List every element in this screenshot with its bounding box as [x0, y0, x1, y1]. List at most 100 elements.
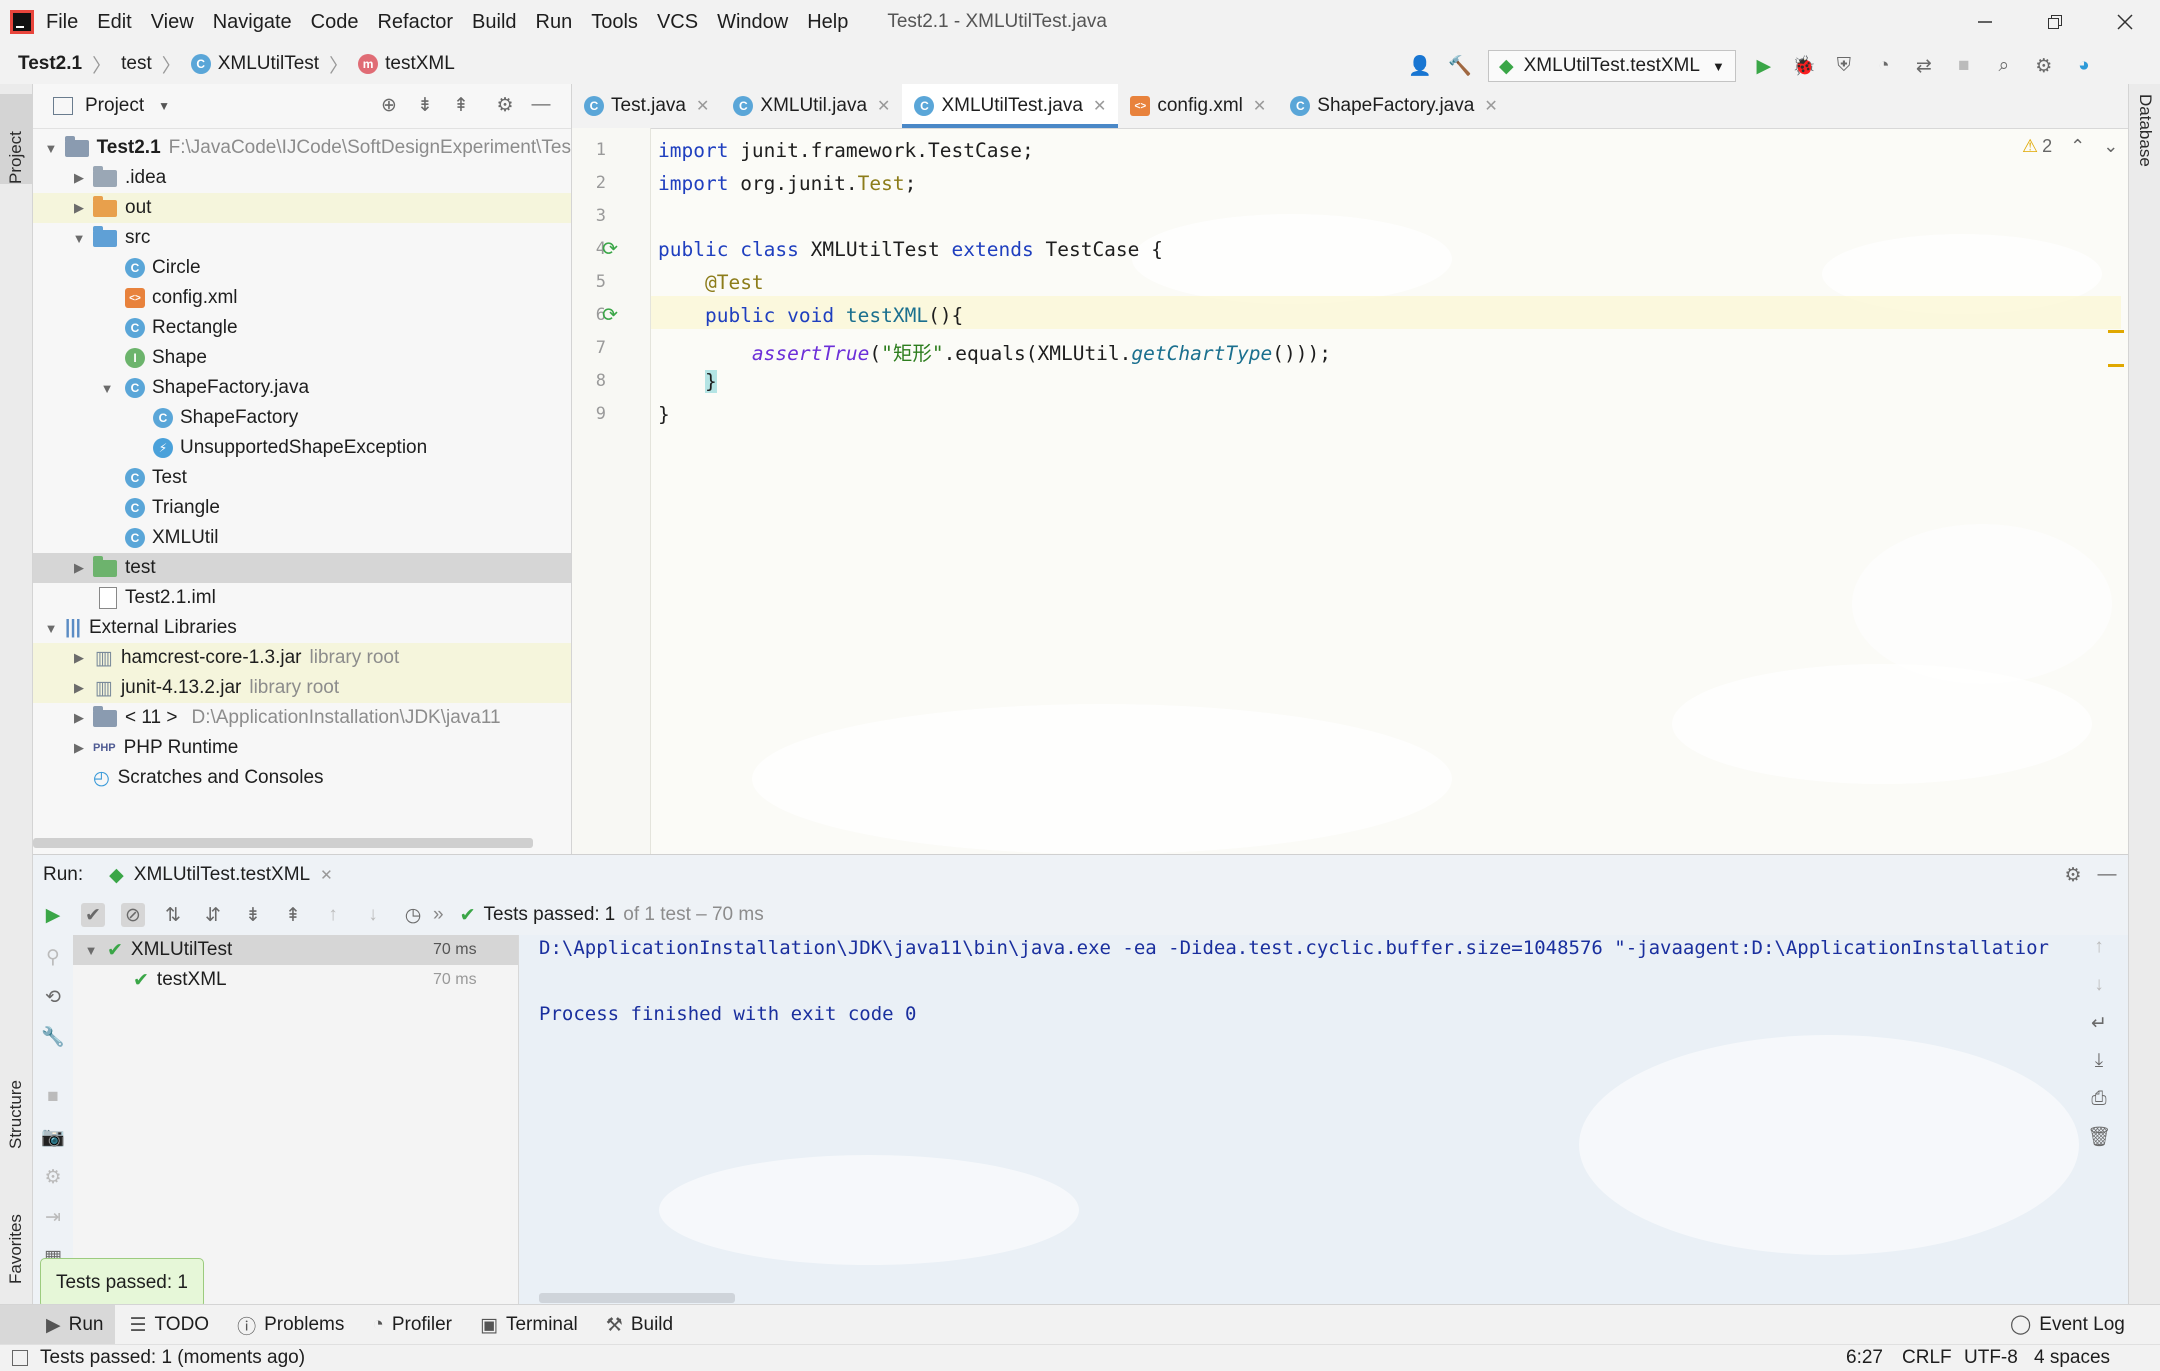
project-view-title[interactable]: Project — [85, 95, 144, 117]
tab-config-xml[interactable]: <> config.xml ✕ — [1118, 84, 1278, 128]
close-icon[interactable]: ✕ — [1253, 96, 1266, 116]
tool-tab-todo[interactable]: ☰ TODO — [115, 1305, 223, 1345]
settings-gear-icon[interactable]: ⚙ — [2032, 54, 2056, 78]
tree-node-junit-jar[interactable]: ▶ ▥ junit-4.13.2.jar library root — [33, 673, 571, 703]
chevron-down-icon[interactable]: ▼ — [158, 99, 170, 113]
indent-setting[interactable]: 4 spaces — [2034, 1347, 2110, 1369]
tab-shapefactory-java[interactable]: C ShapeFactory.java ✕ — [1278, 84, 1509, 128]
test-row[interactable]: ✔ testXML 70 ms — [73, 965, 518, 995]
show-ignored-icon[interactable]: ⊘ — [121, 903, 145, 927]
menu-window[interactable]: Window — [717, 11, 788, 34]
code-line-5[interactable]: @Test — [658, 271, 764, 294]
close-icon[interactable]: ✕ — [1484, 96, 1497, 116]
menu-edit[interactable]: Edit — [97, 11, 131, 34]
soft-wrap-icon[interactable]: ↵ — [2087, 1011, 2111, 1035]
run-test-gutter-icon[interactable]: ⟳ — [602, 304, 618, 327]
tree-node-shapefactory-java[interactable]: ▼ C ShapeFactory.java — [33, 373, 571, 403]
settings-gear-icon[interactable]: ⚙ — [41, 1165, 65, 1189]
build-hammer-icon[interactable]: 🔨 — [1448, 54, 1472, 78]
breadcrumb-project[interactable]: Test2.1 — [18, 53, 82, 75]
breadcrumb-class[interactable]: XMLUtilTest — [218, 53, 319, 75]
chevron-right-icon[interactable]: ▶ — [69, 170, 89, 186]
menu-vcs[interactable]: VCS — [657, 11, 698, 34]
tab-xmlutil-java[interactable]: C XMLUtil.java ✕ — [721, 84, 902, 128]
search-icon[interactable]: ⌕ — [1992, 54, 2016, 78]
chevron-down-icon[interactable]: ⌄ — [2103, 136, 2118, 157]
menu-navigate[interactable]: Navigate — [213, 11, 292, 34]
chevron-down-icon[interactable]: ▼ — [69, 231, 89, 246]
chevron-up-icon[interactable]: ⌃ — [2070, 136, 2085, 157]
console-scrollbar[interactable] — [539, 1293, 735, 1303]
user-icon[interactable]: 👤 — [1408, 54, 1432, 78]
minimize-icon[interactable] — [1960, 8, 2010, 36]
close-icon[interactable]: ✕ — [320, 866, 333, 884]
menu-file[interactable]: File — [46, 11, 78, 34]
arrow-down-icon[interactable]: ↓ — [2087, 973, 2111, 997]
tool-tab-build[interactable]: ⚒ Build — [592, 1305, 687, 1345]
tree-node-unsupportedshapeexception[interactable]: ⚡ UnsupportedShapeException — [33, 433, 571, 463]
close-icon[interactable]: ✕ — [877, 96, 890, 116]
exit-icon[interactable]: ⇥ — [41, 1205, 65, 1229]
tree-node-external-libraries[interactable]: ▼ ||| External Libraries — [33, 613, 571, 643]
menu-help[interactable]: Help — [807, 11, 848, 34]
tree-node-shapefactory[interactable]: C ShapeFactory — [33, 403, 571, 433]
stripe-database-tab[interactable]: Database — [2129, 94, 2160, 214]
pin-icon[interactable]: ⚲ — [41, 945, 65, 969]
test-history-icon[interactable]: ◷ — [401, 903, 425, 927]
tab-test-java[interactable]: C Test.java ✕ — [572, 84, 721, 128]
rerun-icon[interactable]: ▶ — [41, 903, 65, 927]
run-icon[interactable]: ▶ — [1752, 54, 1776, 78]
close-icon[interactable]: ✕ — [696, 96, 709, 116]
code-line-1[interactable]: import junit.framework.TestCase; — [658, 139, 1034, 162]
show-passed-icon[interactable]: ✔ — [81, 903, 105, 927]
tree-node-iml-file[interactable]: Test2.1.iml — [33, 583, 571, 613]
chevron-right-icon[interactable]: ▶ — [69, 200, 89, 216]
tree-node-circle[interactable]: C Circle — [33, 253, 571, 283]
collapse-all-icon[interactable]: ⇞ — [449, 93, 473, 117]
print-icon[interactable]: ⎙ — [2087, 1087, 2111, 1111]
stripe-project-tab[interactable]: Project — [0, 94, 32, 184]
code-line-8[interactable]: } — [658, 370, 717, 393]
chevron-down-icon[interactable]: ▼ — [81, 943, 101, 958]
tests-passed-toast[interactable]: Tests passed: 1 — [40, 1258, 204, 1308]
locate-icon[interactable]: ⊕ — [377, 93, 401, 117]
coverage-icon[interactable]: ⛨ — [1832, 54, 1856, 78]
menu-build[interactable]: Build — [472, 11, 516, 34]
menu-run[interactable]: Run — [536, 11, 573, 34]
horizontal-scrollbar[interactable] — [33, 838, 533, 848]
close-window-icon[interactable] — [2100, 8, 2150, 36]
breadcrumb-method[interactable]: testXML — [385, 53, 455, 75]
arrow-up-icon[interactable]: ↑ — [2087, 935, 2111, 959]
tree-node-shape[interactable]: I Shape — [33, 343, 571, 373]
tool-tab-run[interactable]: ▶ Run — [0, 1305, 116, 1345]
file-encoding[interactable]: UTF-8 — [1964, 1347, 2018, 1369]
stripe-favorites-tab[interactable]: Favorites — [0, 1194, 32, 1284]
run-test-gutter-icon[interactable]: ⟳ — [602, 238, 618, 261]
run-tab-label[interactable]: XMLUtilTest.testXML — [134, 864, 310, 886]
collapse-all-icon[interactable]: ⇞ — [281, 903, 305, 927]
more-icon[interactable]: » — [433, 904, 444, 926]
wrench-icon[interactable]: 🔧 — [41, 1025, 65, 1049]
chevron-right-icon[interactable]: ▶ — [69, 560, 89, 576]
expand-all-icon[interactable]: ⇟ — [241, 903, 265, 927]
code-line-6[interactable]: public void testXML(){ — [658, 304, 963, 327]
chevron-down-icon[interactable]: ▼ — [97, 381, 117, 396]
test-row[interactable]: ▼ ✔ XMLUtilTest 70 ms — [73, 935, 518, 965]
tree-node-config-xml[interactable]: <> config.xml — [33, 283, 571, 313]
previous-failed-icon[interactable]: ↑ — [321, 903, 345, 927]
stop-icon[interactable]: ■ — [1952, 54, 1976, 78]
tree-node-idea[interactable]: ▶ .idea — [33, 163, 571, 193]
code-line-2[interactable]: import org.junit.Test; — [658, 172, 916, 195]
stop-icon[interactable]: ■ — [41, 1085, 65, 1109]
tree-node-php-runtime[interactable]: ▶ PHP PHP Runtime — [33, 733, 571, 763]
caret-position[interactable]: 6:27 — [1846, 1347, 1883, 1369]
gear-icon[interactable]: ⚙ — [493, 93, 517, 117]
restore-icon[interactable] — [2030, 8, 2080, 36]
chevron-down-icon[interactable]: ▼ — [41, 141, 61, 156]
line-separator[interactable]: CRLF — [1902, 1347, 1952, 1369]
code-line-7[interactable]: assertTrue("矩形".equals(XMLUtil.getChartT… — [658, 337, 1331, 366]
chevron-right-icon[interactable]: ▶ — [69, 650, 89, 666]
menu-refactor[interactable]: Refactor — [377, 11, 453, 34]
sort-by-duration-icon[interactable]: ⇵ — [201, 903, 225, 927]
tree-node-src[interactable]: ▼ src — [33, 223, 571, 253]
